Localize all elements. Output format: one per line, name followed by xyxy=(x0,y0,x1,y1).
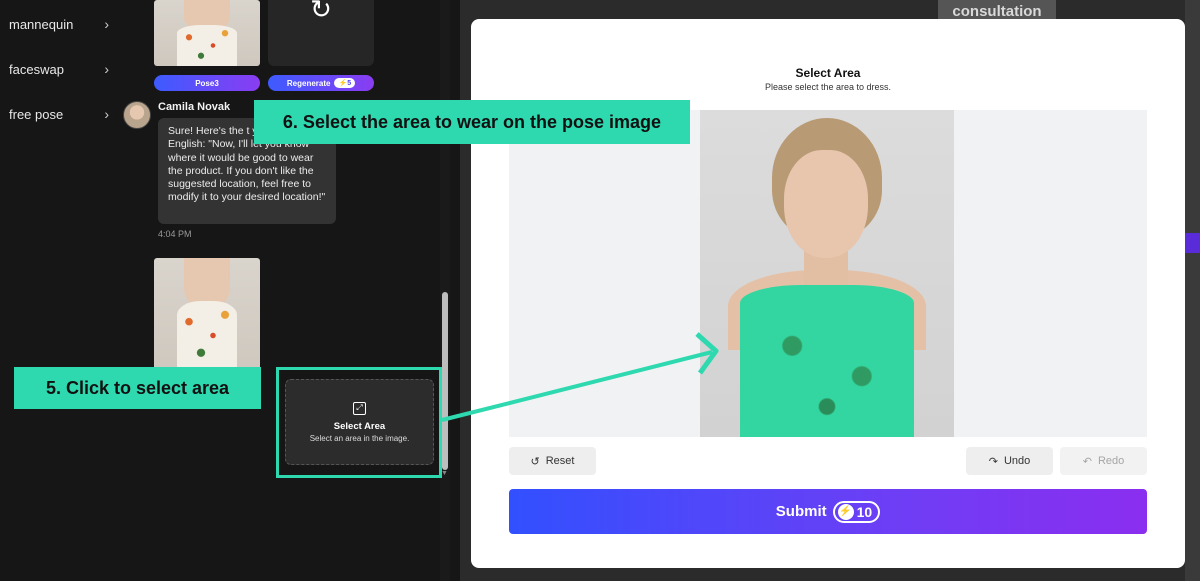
reset-icon: ↺ xyxy=(530,455,540,468)
selected-dress-area[interactable] xyxy=(740,285,914,437)
pose-button-label: Pose3 xyxy=(195,78,219,88)
sidebar-item-label: free pose xyxy=(9,106,64,122)
thumbnail-dress xyxy=(177,300,237,370)
select-area-highlight xyxy=(276,367,442,478)
step5-annotation: 5. Click to select area xyxy=(14,367,261,409)
background-accent xyxy=(1185,233,1200,253)
chevron-right-icon: › xyxy=(104,106,109,122)
selection-canvas[interactable] xyxy=(509,110,1147,437)
sidebar-item-label: faceswap xyxy=(9,61,64,77)
sidebar: mannequin › faceswap › free pose › xyxy=(0,0,140,581)
redo-button[interactable]: ↶ Redo xyxy=(1060,447,1147,475)
sidebar-item-free-pose[interactable]: free pose › xyxy=(9,102,109,126)
app-root: mannequin › faceswap › free pose › ↻ Pos… xyxy=(0,0,1200,581)
chevron-right-icon: › xyxy=(104,61,109,77)
sidebar-item-mannequin[interactable]: mannequin › xyxy=(9,12,109,36)
chevron-right-icon: › xyxy=(104,16,109,32)
redo-icon: ↶ xyxy=(1082,455,1092,468)
undo-label: Undo xyxy=(1003,455,1031,467)
modal-subtitle: Please select the area to dress. xyxy=(764,82,892,92)
step6-annotation: 6. Select the area to wear on the pose i… xyxy=(254,100,690,144)
regenerate-card[interactable]: ↻ xyxy=(268,0,374,66)
submit-button[interactable]: Submit ⚡ 10 xyxy=(509,489,1147,534)
regenerate-cost-badge: ⚡ 5 xyxy=(334,78,356,88)
message-time: 4:04 PM xyxy=(158,229,192,239)
chat-scrollbar[interactable] xyxy=(440,0,450,581)
regenerate-button[interactable]: Regenerate ⚡ 5 xyxy=(268,75,374,91)
message-author: Camila Novak xyxy=(158,101,231,113)
pose-thumbnail[interactable] xyxy=(154,0,260,66)
model-face xyxy=(784,150,868,258)
modal-title: Select Area xyxy=(795,66,861,80)
pose-button[interactable]: Pose3 xyxy=(154,75,260,91)
regenerate-button-label: Regenerate xyxy=(286,78,331,88)
undo-button[interactable]: ↷ Undo xyxy=(966,447,1053,475)
pose-result-thumbnail[interactable] xyxy=(154,258,260,370)
scroll-down-icon[interactable]: ▼ xyxy=(441,470,448,477)
background-strip xyxy=(1185,0,1200,581)
submit-label: Submit xyxy=(775,503,827,520)
sidebar-item-faceswap[interactable]: faceswap › xyxy=(9,57,109,81)
submit-cost-badge: ⚡ 10 xyxy=(832,500,881,523)
reset-label: Reset xyxy=(545,455,575,467)
undo-icon: ↷ xyxy=(988,455,998,468)
avatar xyxy=(123,101,151,129)
chat-scrollbar-thumb[interactable] xyxy=(442,292,448,470)
submit-cost: 10 xyxy=(856,503,873,520)
pose-image[interactable] xyxy=(700,110,954,437)
redo-label: Redo xyxy=(1097,455,1125,467)
refresh-icon: ↻ xyxy=(310,0,332,24)
sidebar-item-label: mannequin xyxy=(9,16,74,32)
thumbnail-dress xyxy=(177,25,237,66)
regenerate-cost: 5 xyxy=(347,79,352,87)
reset-button[interactable]: ↺ Reset xyxy=(509,447,596,475)
lightning-icon: ⚡ xyxy=(837,503,854,520)
